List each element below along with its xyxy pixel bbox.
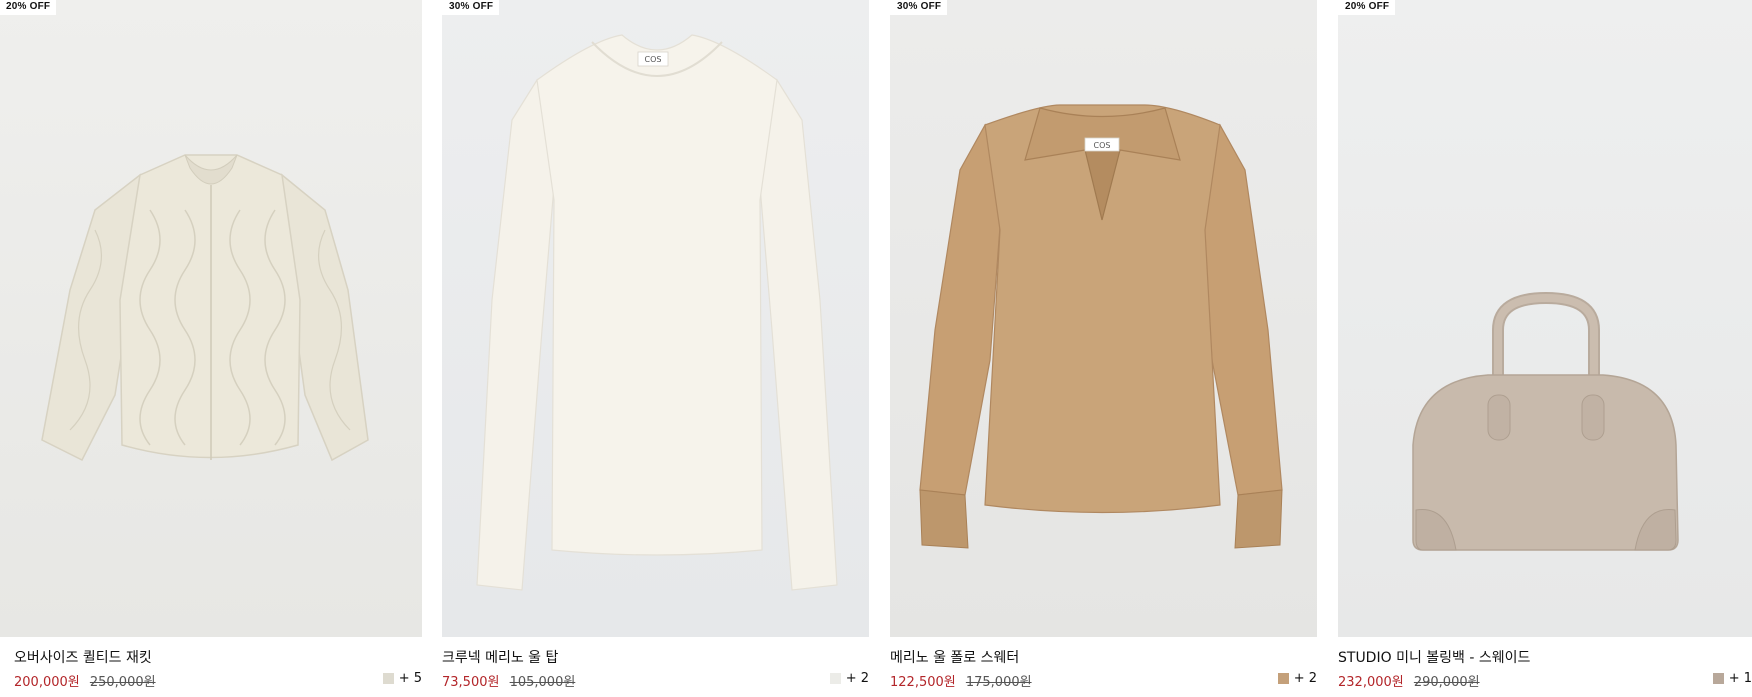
more-colors-count: + 2 [1293, 671, 1317, 686]
quilted-jacket-image [41, 154, 369, 462]
svg-text:COS: COS [1094, 141, 1111, 150]
color-swatches[interactable]: + 1 [1712, 671, 1752, 686]
product-card[interactable]: COS 30% OFF 메리노 울 폴로 스웨터 122,500원 175,00… [890, 0, 1317, 697]
product-image[interactable]: COS 30% OFF [890, 0, 1317, 637]
product-name[interactable]: 메리노 울 폴로 스웨터 [890, 647, 1019, 667]
product-image[interactable]: 20% OFF [1338, 0, 1752, 637]
product-info: 메리노 울 폴로 스웨터 122,500원 175,000원 + 2 [890, 637, 1317, 697]
product-image[interactable]: COS 30% OFF [442, 0, 869, 637]
product-name[interactable]: 오버사이즈 퀼티드 재킷 [14, 647, 152, 667]
original-price: 175,000원 [965, 675, 1032, 690]
product-info: STUDIO 미니 볼링백 - 스웨이드 232,000원 290,000원 +… [1338, 637, 1752, 697]
color-swatch[interactable] [829, 673, 841, 684]
discount-badge: 30% OFF [442, 0, 500, 15]
more-colors-count: + 1 [1728, 671, 1752, 686]
color-swatch[interactable] [1277, 673, 1289, 684]
price-row: 232,000원 290,000원 [1338, 671, 1480, 690]
more-colors-count: + 2 [845, 671, 869, 686]
svg-text:COS: COS [645, 55, 662, 64]
product-card[interactable]: 20% OFF 오버사이즈 퀼티드 재킷 200,000원 250,000원 +… [0, 0, 422, 697]
bowling-bag-image [1412, 291, 1679, 551]
discount-badge: 20% OFF [1338, 0, 1396, 15]
product-info: 오버사이즈 퀼티드 재킷 200,000원 250,000원 + 5 [0, 637, 422, 697]
polo-sweater-image: COS [919, 104, 1283, 549]
discount-badge: 20% OFF [0, 0, 57, 15]
color-swatches[interactable]: + 2 [829, 671, 869, 686]
color-swatches[interactable]: + 2 [1277, 671, 1317, 686]
original-price: 250,000원 [89, 675, 156, 690]
color-swatches[interactable]: + 5 [382, 671, 422, 686]
product-name[interactable]: 크루넥 메리노 울 탑 [442, 647, 558, 667]
sale-price: 200,000원 [14, 675, 80, 690]
color-swatch[interactable] [382, 673, 394, 684]
sale-price: 232,000원 [1338, 675, 1404, 690]
original-price: 105,000원 [509, 675, 576, 690]
sale-price: 73,500원 [442, 675, 500, 690]
product-info: 크루넥 메리노 울 탑 73,500원 105,000원 + 2 [442, 637, 869, 697]
product-card[interactable]: 20% OFF STUDIO 미니 볼링백 - 스웨이드 232,000원 29… [1338, 0, 1752, 697]
original-price: 290,000원 [1413, 675, 1480, 690]
discount-badge: 30% OFF [890, 0, 948, 15]
product-grid: 20% OFF 오버사이즈 퀼티드 재킷 200,000원 250,000원 +… [0, 0, 1752, 697]
sale-price: 122,500원 [890, 675, 956, 690]
price-row: 122,500원 175,000원 [890, 671, 1032, 690]
product-image[interactable]: 20% OFF [0, 0, 422, 637]
product-card[interactable]: COS 30% OFF 크루넥 메리노 울 탑 73,500원 105,000원… [442, 0, 869, 697]
price-row: 73,500원 105,000원 [442, 671, 575, 690]
more-colors-count: + 5 [398, 671, 422, 686]
product-name[interactable]: STUDIO 미니 볼링백 - 스웨이드 [1338, 647, 1530, 667]
price-row: 200,000원 250,000원 [14, 671, 156, 690]
merino-top-image: COS [476, 34, 838, 591]
color-swatch[interactable] [1712, 673, 1724, 684]
